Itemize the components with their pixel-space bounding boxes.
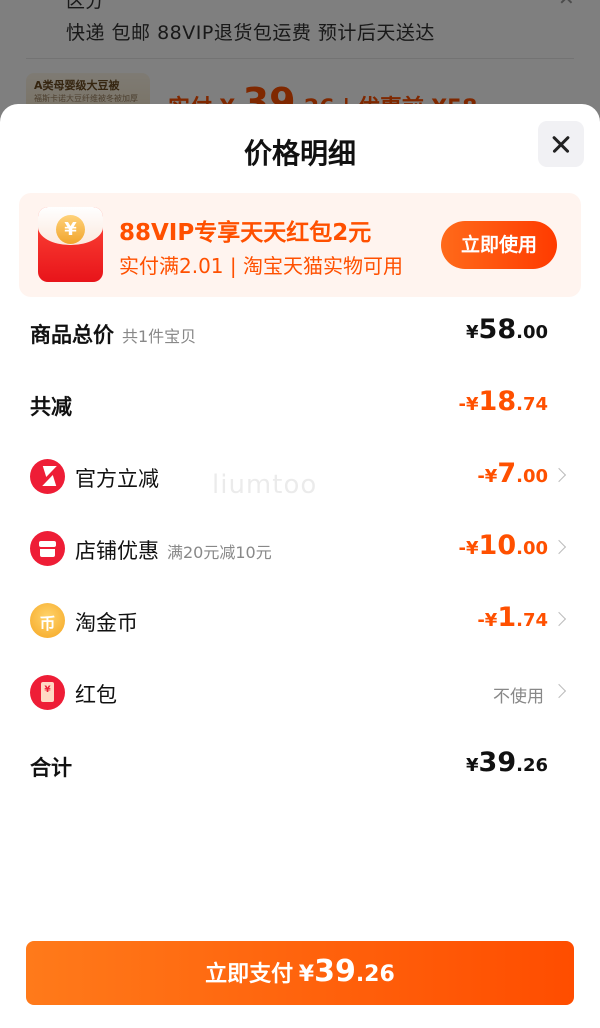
row-label: 合计 <box>30 756 72 780</box>
row-item-total: 商品总价 共1件宝贝 ¥58.00 <box>0 314 600 354</box>
row-sum: 合计 ¥39.26 <box>0 747 600 787</box>
red-packet-icon: ¥ <box>38 207 103 282</box>
row-status: 不使用 <box>493 687 544 707</box>
pay-now-button[interactable]: 立即支付 ¥39.26 <box>26 941 574 1005</box>
use-now-button[interactable]: 立即使用 <box>441 221 557 269</box>
row-hint: 共1件宝贝 <box>122 327 197 346</box>
row-red-packet[interactable]: ¥ 红包 不使用 <box>0 674 600 714</box>
row-label: 官方立减 <box>75 467 159 491</box>
row-label: 商品总价 共1件宝贝 <box>30 323 197 347</box>
row-hint: 满20元减10元 <box>167 543 272 562</box>
coin-icon: 币 <box>30 603 65 638</box>
chevron-right-icon <box>551 467 567 483</box>
chevron-right-icon <box>551 683 567 699</box>
promo-title: 88VIP专享天天红包2元 <box>119 220 372 246</box>
row-taojinbi[interactable]: 币 淘金币 -¥1.74 <box>0 602 600 642</box>
row-amount: -¥18.74 <box>458 386 548 417</box>
pay-label: 立即支付 <box>205 962 294 987</box>
row-amount: -¥1.74 <box>477 602 548 633</box>
row-amount: ¥39.26 <box>466 747 548 778</box>
row-label: 店铺优惠 满20元减10元 <box>75 539 272 563</box>
row-label: 共减 <box>30 395 72 419</box>
row-amount: -¥7.00 <box>477 458 548 489</box>
vip-red-packet-banner: ¥ 88VIP专享天天红包2元 实付满2.01 | 淘宝天猫实物可用 立即使用 <box>19 193 581 297</box>
chevron-right-icon <box>551 611 567 627</box>
price-detail-sheet: 价格明细 ¥ 88VIP专享天天红包2元 实付满2.01 | 淘宝天猫实物可用 … <box>0 104 600 1028</box>
row-label: 淘金币 <box>75 611 138 635</box>
row-amount: ¥58.00 <box>466 314 548 345</box>
row-amount: -¥10.00 <box>458 530 548 561</box>
row-total-reduction: 共减 -¥18.74 <box>0 386 600 426</box>
close-button[interactable] <box>538 121 584 167</box>
shop-icon <box>30 531 65 566</box>
red-packet-icon: ¥ <box>30 675 65 710</box>
promo-subtitle: 实付满2.01 | 淘宝天猫实物可用 <box>119 254 403 278</box>
lightning-icon <box>30 459 65 494</box>
sheet-title: 价格明细 <box>243 137 356 170</box>
pay-button-content: 立即支付 ¥39.26 <box>205 954 395 989</box>
row-shop-discount[interactable]: 店铺优惠 满20元减10元 -¥10.00 <box>0 530 600 570</box>
chevron-right-icon <box>551 539 567 555</box>
row-label: 红包 <box>75 683 117 707</box>
yen-icon: ¥ <box>56 215 85 244</box>
watermark: liumtoo <box>212 470 318 500</box>
